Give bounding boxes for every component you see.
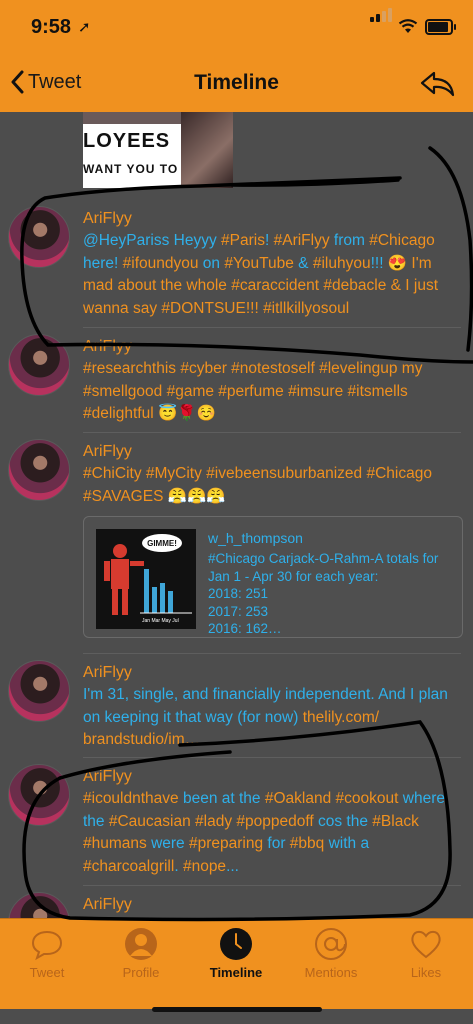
tweet-text-segment: !!! (245, 299, 264, 317)
tab-timeline[interactable]: Timeline (189, 919, 283, 989)
tweet-text-segment: ... (226, 857, 239, 875)
tweet-text-segment[interactable]: #itllkillyosoul (263, 300, 349, 317)
tweet-text-segment[interactable]: #AriFlyy (274, 232, 330, 249)
tweet-text: @HeyPariss Heyyy #Paris! #AriFlyy from #… (83, 230, 455, 320)
location-arrow-icon: ➚ (78, 19, 91, 36)
thumb-months-text: Jan Mar May Jul (142, 618, 179, 624)
card-text-line: #Chicago Carjack-O-Rahm-A totals for Jan… (208, 551, 439, 584)
tweet-text-segment[interactable]: #nope (183, 858, 226, 875)
tweet-text-segment: on (198, 254, 225, 272)
tweet-text-segment: !!! 😍 (370, 254, 412, 272)
timeline-feed[interactable]: LOYEES WANT YOU TO KN AriFlyy @HeyPariss… (0, 112, 473, 918)
tab-profile[interactable]: Profile (94, 919, 188, 989)
media-image-text: LOYEES (83, 130, 171, 152)
tweet-text-segment[interactable]: #cookout (336, 790, 399, 807)
avatar[interactable] (8, 334, 70, 396)
card-thumbnail: GIMME! Jan Mar May Jul (96, 529, 196, 629)
tweet-text-segment: been at the (178, 790, 265, 807)
card-text: #Chicago Carjack-O-Rahm-A totals for Jan… (208, 550, 448, 638)
tweet-text-segment[interactable]: #Black (372, 813, 419, 830)
tab-tweet[interactable]: Tweet (0, 919, 94, 989)
avatar[interactable] (8, 660, 70, 722)
tweet-text: #researchthis #cyber #notestoself #level… (83, 358, 455, 426)
tweet-text-segment[interactable]: #icouldnthave (83, 790, 179, 807)
tweet-text-segment: ! (264, 232, 274, 249)
tab-bar: Tweet Profile Timeline Mentions Likes (0, 918, 473, 1009)
battery-icon (425, 19, 456, 35)
status-bar: 9:58 ➚ (0, 0, 473, 56)
tweet-text-segment: cos the (313, 812, 373, 830)
tweet-author: AriFlyy (83, 338, 132, 355)
tweet-text-segment: here! (83, 254, 123, 272)
tweet-text-segment[interactable]: #humans (83, 835, 147, 852)
status-time: 9:58 (31, 16, 72, 38)
tab-label: Tweet (29, 965, 65, 980)
at-sign-icon (315, 928, 347, 960)
tweet-text-segment[interactable]: #DONTSUE (161, 300, 245, 317)
tweet-text-segment[interactable]: #iluhyou (313, 255, 371, 272)
tweet-text-segment[interactable]: #preparing (189, 835, 263, 852)
avatar[interactable] (8, 892, 70, 918)
card-text-line: 2018: 251 (208, 586, 269, 601)
media-image[interactable]: LOYEES WANT YOU TO KN (83, 112, 233, 188)
tweet-text-segment: from (329, 232, 370, 249)
heart-icon (411, 930, 441, 959)
wifi-icon (398, 19, 418, 33)
tweet-text-segment[interactable]: #debacle (323, 277, 386, 294)
speech-bubble-icon (31, 930, 63, 961)
tweet-text-segment[interactable]: #Chicago (369, 232, 435, 249)
tab-label: Profile (122, 965, 160, 980)
tweet-text-segment[interactable]: #Oakland (265, 790, 331, 807)
avatar[interactable] (8, 764, 70, 826)
tab-mentions[interactable]: Mentions (284, 919, 378, 989)
tweet-text-segment[interactable]: #ChiCity #MyCity #ivebeensuburbanized #C… (83, 465, 432, 505)
thumb-bubble-text: GIMME! (147, 539, 177, 548)
tweet-text-segment[interactable]: #lady (195, 813, 232, 830)
tweet-text-segment: I'm 31, single, and financially independ… (83, 686, 448, 726)
avatar[interactable] (8, 439, 70, 501)
tab-label: Timeline (209, 965, 263, 980)
tweet-text-segment[interactable]: #Caucasian (109, 813, 191, 830)
tweet-text-segment[interactable]: #caraccident (231, 277, 319, 294)
tab-likes[interactable]: Likes (379, 919, 473, 989)
tweet-text-segment[interactable]: #poppedoff (236, 813, 313, 830)
avatar[interactable] (8, 206, 70, 268)
tweet-text-segment[interactable]: #YouTube (224, 255, 294, 272)
tweet-author: AriFlyy (83, 896, 132, 913)
page-title: Timeline (194, 71, 279, 94)
tweet-text: I'm 31, single, and financially independ… (83, 684, 455, 752)
tweet-text-segment: for (263, 835, 290, 852)
card-text-line: 2017: 253 (208, 603, 269, 619)
tweet-text-segment: Heyyy (173, 232, 222, 249)
navigation-bar: Tweet Timeline (0, 56, 473, 113)
home-indicator (152, 1007, 322, 1012)
card-author: w_h_thompson (208, 530, 303, 546)
tweet-author: AriFlyy (83, 768, 132, 785)
tweet-author: AriFlyy (83, 664, 132, 681)
tweet-text-segment[interactable]: @HeyPariss (83, 232, 174, 249)
tab-label: Mentions (304, 965, 358, 980)
tweet-text-segment[interactable]: #researchthis #cyber #notestoself #level… (83, 360, 422, 422)
tweet-text: #ChiCity #MyCity #ivebeensuburbanized #C… (83, 463, 455, 508)
clock-icon (220, 928, 252, 960)
tweet-author: AriFlyy (83, 443, 132, 460)
tab-label: Likes (410, 965, 442, 980)
tweet-text-segment: were (146, 835, 189, 852)
tweet-text-segment: & (293, 254, 313, 272)
person-icon (125, 928, 157, 960)
tweet-text-segment: . (174, 857, 183, 875)
tweet-text-segment[interactable]: #bbq (290, 835, 324, 852)
card-text-line: 2016: 162… (208, 621, 282, 636)
tweet-author: AriFlyy (83, 210, 132, 227)
tweet-text-segment[interactable]: #charcoalgrill (83, 858, 174, 875)
tweet-text: #icouldnthave been at the #Oakland #cook… (83, 788, 455, 878)
tweet-text-segment[interactable]: #ifoundyou (123, 255, 199, 272)
chart-cartoon-icon: GIMME! Jan Mar May Jul (96, 529, 196, 629)
quoted-tweet-card[interactable]: GIMME! Jan Mar May Jul w_h_thompson #Chi… (83, 516, 463, 638)
tweet-text-segment: with a (324, 835, 370, 852)
reply-icon[interactable] (420, 70, 456, 98)
tweet-text-segment[interactable]: #Paris (221, 232, 265, 249)
